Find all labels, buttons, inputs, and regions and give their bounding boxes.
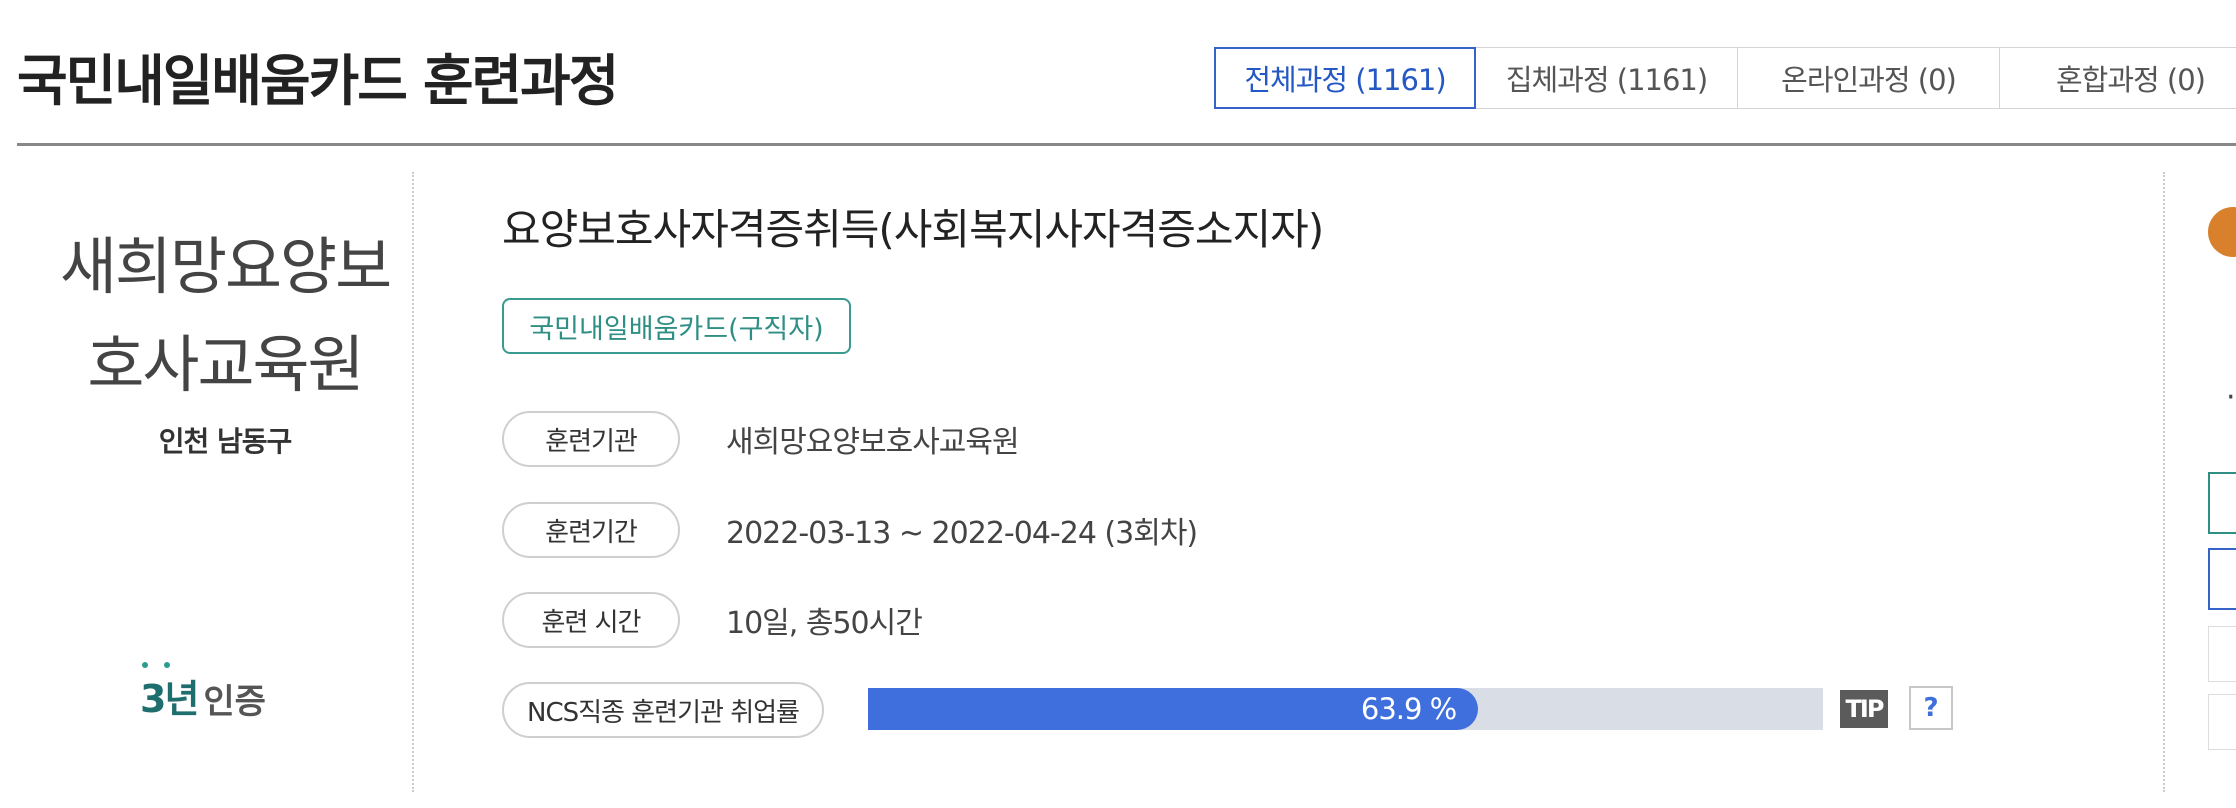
status-circle-icon bbox=[2208, 207, 2236, 257]
certification-3-year-icon: 3년 bbox=[140, 662, 199, 723]
info-label-employment-rate: NCS직종 훈련기관 취업률 bbox=[502, 682, 824, 738]
info-row-period: 훈련기간 2022-03-13 ~ 2022-04-24 (3회차) bbox=[502, 502, 1198, 558]
right-panel-glyph: · bbox=[2226, 380, 2236, 415]
tab-blended-courses[interactable]: 혼합과정 (0) bbox=[2000, 47, 2236, 109]
certification-badge: 3년 인증 bbox=[140, 662, 266, 723]
info-value-hours: 10일, 총50시간 bbox=[726, 606, 923, 641]
tab-online-courses[interactable]: 온라인과정 (0) bbox=[1738, 47, 2000, 109]
page-title: 국민내일배움카드 훈련과정 bbox=[17, 49, 619, 113]
card-type-tag: 국민내일배움카드(구직자) bbox=[502, 298, 851, 354]
employment-rate-bar: 63.9 % bbox=[868, 688, 1823, 730]
info-row-employment: NCS직종 훈련기관 취업률 bbox=[502, 682, 824, 738]
institution-panel: 새희망요양보호사교육원 인천 남동구 bbox=[40, 218, 410, 460]
right-action-button-3[interactable] bbox=[2208, 626, 2236, 682]
info-label-period: 훈련기간 bbox=[502, 502, 680, 558]
certification-years: 3년 bbox=[140, 677, 199, 721]
column-divider-right bbox=[2163, 172, 2165, 792]
tab-group-courses[interactable]: 집체과정 (1161) bbox=[1476, 47, 1738, 109]
right-action-button-1[interactable] bbox=[2208, 472, 2236, 534]
info-row-hours: 훈련 시간 10일, 총50시간 bbox=[502, 592, 923, 648]
header-divider bbox=[17, 143, 2236, 146]
help-icon[interactable]: ? bbox=[1909, 686, 1953, 730]
info-row-institution: 훈련기관 새희망요양보호사교육원 bbox=[502, 411, 1020, 467]
info-label-institution: 훈련기관 bbox=[502, 411, 680, 467]
institution-name[interactable]: 새희망요양보호사교육원 bbox=[40, 218, 410, 414]
employment-rate-fill: 63.9 % bbox=[868, 688, 1479, 730]
course-title[interactable]: 요양보호사자격증취득(사회복지사자격증소지자) bbox=[502, 196, 1324, 257]
tab-all-courses[interactable]: 전체과정 (1161) bbox=[1214, 47, 1476, 109]
certification-label: 인증 bbox=[203, 682, 266, 722]
institution-location: 인천 남동구 bbox=[158, 425, 293, 458]
info-label-hours: 훈련 시간 bbox=[502, 592, 680, 648]
tip-button[interactable]: TIP bbox=[1840, 690, 1888, 728]
course-type-tabs: 전체과정 (1161) 집체과정 (1161) 온라인과정 (0) 혼합과정 (… bbox=[1214, 47, 2236, 109]
info-value-institution: 새희망요양보호사교육원 bbox=[726, 425, 1020, 460]
right-action-button-2[interactable] bbox=[2208, 548, 2236, 610]
right-action-button-4[interactable] bbox=[2208, 694, 2236, 750]
info-value-period: 2022-03-13 ~ 2022-04-24 (3회차) bbox=[726, 516, 1198, 551]
column-divider-left bbox=[412, 172, 414, 792]
